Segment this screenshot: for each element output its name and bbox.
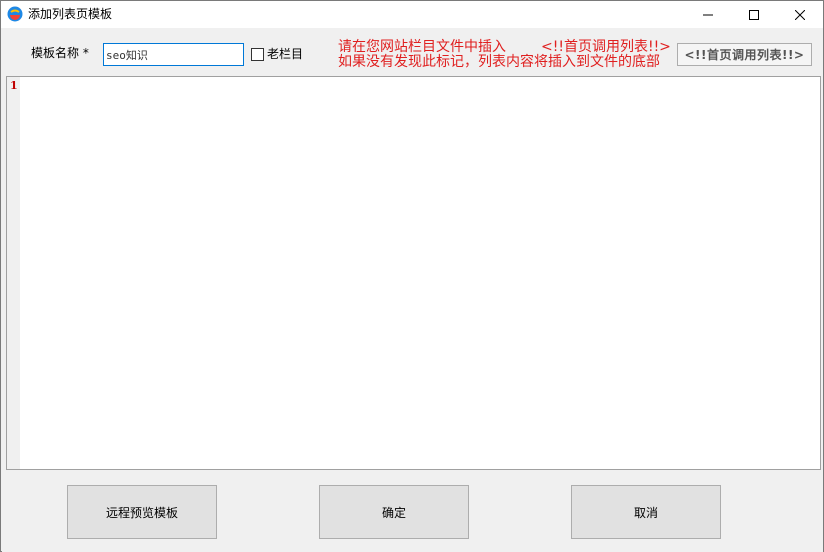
remote-preview-button[interactable]: 远程预览模板 [67,485,217,539]
hint-line-2: 如果没有发现此标记，列表内容将插入到文件的底部 [338,54,660,70]
line-number-gutter: 1 [7,77,20,469]
minimize-icon [703,14,713,15]
confirm-button[interactable]: 确定 [319,485,469,539]
hint-tag: <!!首页调用列表!!> [541,39,671,55]
hint-line-1: 请在您网站栏目文件中插入 [338,39,506,55]
line-number: 1 [10,79,18,92]
cancel-button[interactable]: 取消 [571,485,721,539]
dialog-window: 添加列表页模板 模板名称 * 老栏目 请在您网站栏目文件中插入 <!!首页调用列… [0,0,824,552]
template-editor[interactable]: 1 [6,76,821,470]
old-column-label: 老栏目 [267,47,304,61]
checkbox-icon[interactable] [251,47,264,61]
minimize-button[interactable] [685,1,731,28]
template-name-label: 模板名称 * [31,46,89,60]
insert-tag-button[interactable]: <!!首页调用列表!!> [677,43,812,66]
title-bar[interactable]: 添加列表页模板 [1,1,823,28]
window-title: 添加列表页模板 [28,7,113,21]
maximize-icon [749,9,759,20]
maximize-button[interactable] [731,1,777,28]
app-logo-icon [7,6,23,22]
old-column-checkbox[interactable]: 老栏目 [251,47,303,61]
close-button[interactable] [777,1,823,28]
close-icon [795,9,805,20]
template-name-input[interactable] [103,43,244,66]
